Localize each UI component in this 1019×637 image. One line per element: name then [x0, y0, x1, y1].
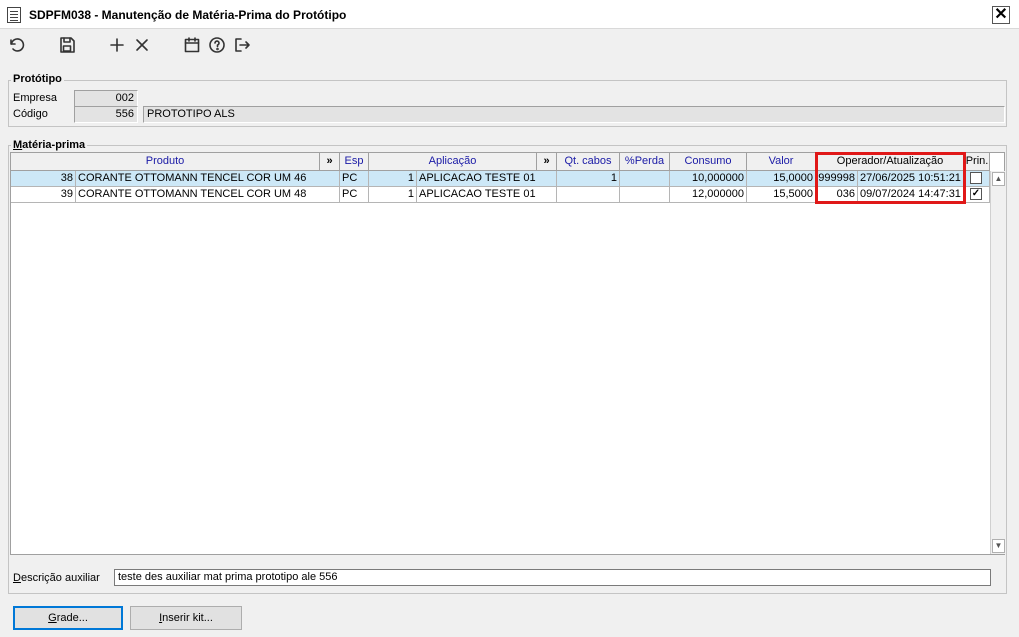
calendar-icon[interactable] [180, 33, 204, 57]
cell-produto[interactable]: CORANTE OTTOMANN TENCEL COR UM 46 [76, 171, 340, 187]
cell-prin[interactable] [965, 171, 990, 187]
header-expand-aplicacao[interactable]: » [537, 153, 557, 171]
header-consumo[interactable]: Consumo [670, 153, 747, 171]
header-aplicacao[interactable]: Aplicação [369, 153, 537, 171]
cell-produto[interactable]: CORANTE OTTOMANN TENCEL COR UM 48 [76, 187, 340, 203]
descricao-auxiliar-label: Descrição auxiliar [13, 572, 100, 584]
cell-aplicacao[interactable]: APLICACAO TESTE 01 [417, 171, 557, 187]
cell-esp[interactable]: PC [340, 171, 369, 187]
empresa-label: Empresa [13, 92, 58, 104]
scroll-down-icon[interactable]: ▼ [992, 539, 1005, 553]
cell-consumo[interactable]: 10,000000 [670, 171, 747, 187]
cell-qt-cabos[interactable]: 1 [557, 171, 620, 187]
add-icon[interactable] [105, 33, 129, 57]
operador-highlight-box [815, 152, 966, 204]
save-icon[interactable] [55, 33, 79, 57]
prototipo-description-field: PROTOTIPO ALS [143, 106, 1005, 123]
materia-prima-grid[interactable]: Produto » Esp Aplicação » Qt. cabos %Per… [10, 152, 1005, 555]
close-button[interactable]: ✕ [992, 6, 1010, 24]
grade-button[interactable]: Grade... [13, 606, 123, 630]
cell-cod[interactable]: 38 [11, 171, 76, 187]
cell-perda[interactable] [620, 187, 670, 203]
codigo-field: 556 [74, 106, 138, 123]
vertical-scrollbar[interactable]: ▲ ▼ [990, 171, 1005, 554]
materia-prima-group-label: Matéria-prima [11, 139, 88, 151]
cell-aplicacao-cod[interactable]: 1 [369, 187, 417, 203]
header-expand-produto[interactable]: » [320, 153, 340, 171]
inserir-kit-button[interactable]: Inserir kit... [130, 606, 242, 630]
header-valor[interactable]: Valor [747, 153, 816, 171]
cell-aplicacao[interactable]: APLICACAO TESTE 01 [417, 187, 557, 203]
cell-perda[interactable] [620, 171, 670, 187]
header-esp[interactable]: Esp [340, 153, 369, 171]
cell-qt-cabos[interactable] [557, 187, 620, 203]
cell-valor[interactable]: 15,5000 [747, 187, 816, 203]
scroll-up-icon[interactable]: ▲ [992, 172, 1005, 186]
empresa-field: 002 [74, 90, 138, 107]
refresh-icon[interactable] [5, 33, 29, 57]
document-icon [7, 7, 21, 23]
cell-aplicacao-cod[interactable]: 1 [369, 171, 417, 187]
delete-icon[interactable] [130, 33, 154, 57]
prin-checkbox[interactable] [970, 172, 982, 184]
title-bar: SDPFM038 - Manutenção de Matéria-Prima d… [0, 0, 1019, 29]
help-icon[interactable] [205, 33, 229, 57]
prin-checkbox[interactable]: ✓ [970, 188, 982, 200]
cell-cod[interactable]: 39 [11, 187, 76, 203]
header-perda[interactable]: %Perda [620, 153, 670, 171]
cell-valor[interactable]: 15,0000 [747, 171, 816, 187]
cell-esp[interactable]: PC [340, 187, 369, 203]
cell-prin[interactable]: ✓ [965, 187, 990, 203]
descricao-auxiliar-input[interactable]: teste des auxiliar mat prima prototipo a… [114, 569, 991, 586]
cell-consumo[interactable]: 12,000000 [670, 187, 747, 203]
codigo-label: Código [13, 108, 48, 120]
prototipo-group-label: Protótipo [11, 73, 64, 85]
header-produto[interactable]: Produto [11, 153, 320, 171]
header-qt-cabos[interactable]: Qt. cabos [557, 153, 620, 171]
window-title: SDPFM038 - Manutenção de Matéria-Prima d… [29, 8, 347, 22]
exit-icon[interactable] [230, 33, 254, 57]
toolbar [0, 29, 1019, 61]
header-prin[interactable]: Prin. [965, 153, 990, 171]
